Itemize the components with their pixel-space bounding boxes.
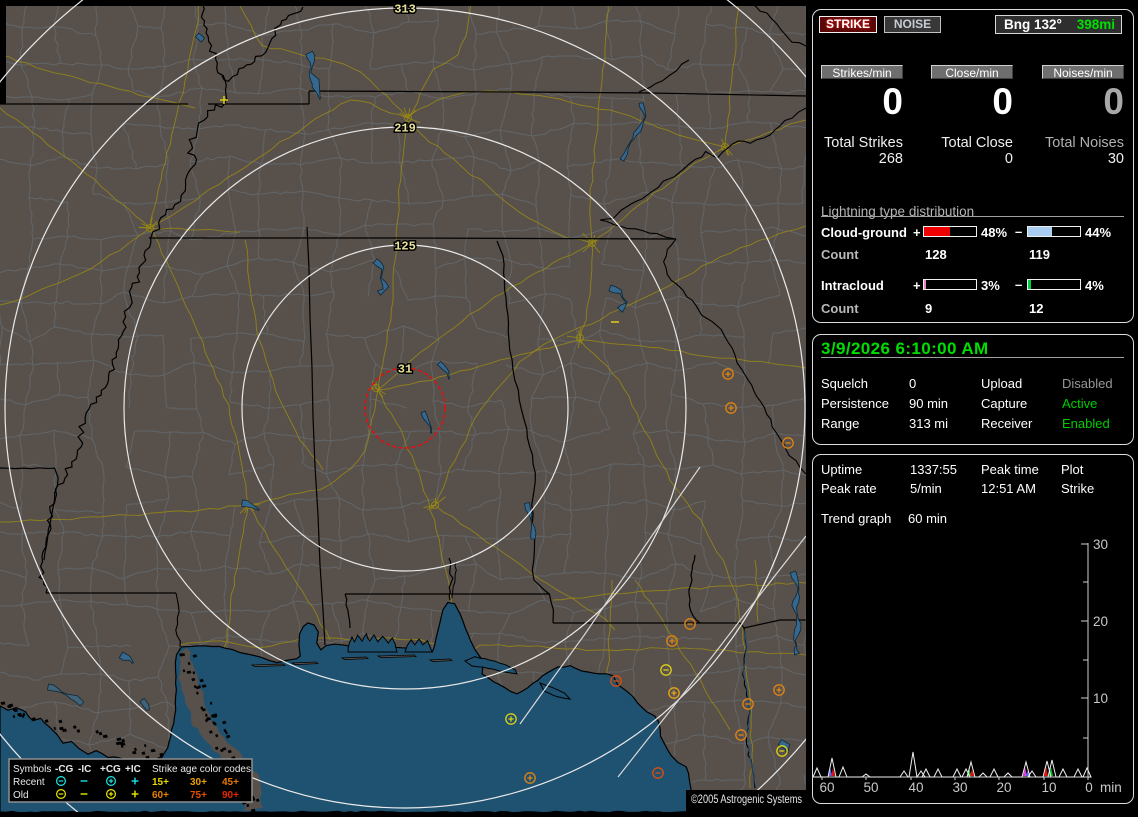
svg-text:+IC: +IC: [125, 764, 141, 775]
svg-text:15+: 15+: [152, 777, 169, 788]
svg-text:313: 313: [394, 3, 416, 17]
svg-text:30: 30: [952, 780, 967, 795]
svg-text:20: 20: [996, 780, 1011, 795]
svg-text:219: 219: [394, 122, 416, 136]
svg-text:31: 31: [398, 363, 412, 377]
svg-text:-IC: -IC: [78, 764, 91, 775]
svg-text:30: 30: [1093, 537, 1108, 552]
svg-text:10: 10: [1041, 780, 1056, 795]
svg-text:+CG: +CG: [100, 764, 121, 775]
svg-text:©2005 Astrogenic Systems: ©2005 Astrogenic Systems: [691, 792, 802, 806]
svg-text:90+: 90+: [222, 790, 239, 801]
svg-text:125: 125: [394, 240, 416, 254]
svg-text:Symbols: Symbols: [13, 764, 51, 775]
svg-text:Recent: Recent: [13, 777, 45, 788]
svg-text:60: 60: [819, 780, 834, 795]
svg-text:75+: 75+: [190, 790, 207, 801]
svg-text:20: 20: [1093, 614, 1108, 629]
svg-text:40: 40: [908, 780, 923, 795]
svg-text:10: 10: [1093, 691, 1108, 706]
svg-text:Strike age color codes: Strike age color codes: [152, 764, 251, 775]
svg-text:45+: 45+: [222, 777, 239, 788]
svg-text:50: 50: [863, 780, 878, 795]
svg-text:60+: 60+: [152, 790, 169, 801]
svg-text:-CG: -CG: [55, 764, 74, 775]
svg-text:Old: Old: [13, 790, 29, 801]
svg-text:30+: 30+: [190, 777, 207, 788]
svg-text:min: min: [1100, 780, 1122, 795]
svg-text:0: 0: [1085, 780, 1093, 795]
